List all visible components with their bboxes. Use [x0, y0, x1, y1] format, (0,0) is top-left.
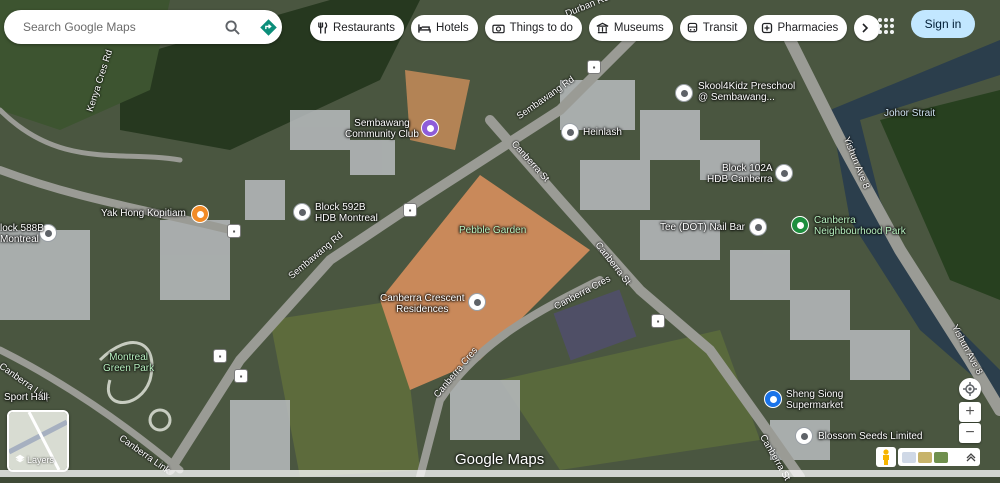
place-pin[interactable]: [293, 203, 311, 221]
layers-icon: [15, 454, 25, 463]
attribution-bar: [0, 470, 1000, 477]
chevron-up-icon[interactable]: [966, 452, 976, 462]
place-label-montreal-green-park[interactable]: Montreal Green Park: [103, 352, 154, 374]
place-label-block-592b[interactable]: Block 592B HDB Montreal: [315, 202, 378, 224]
crosshair-icon: [963, 382, 977, 396]
chip-pharmacies[interactable]: Pharmacies: [753, 15, 848, 41]
place-label-pebble-garden[interactable]: Pebble Garden: [459, 225, 526, 236]
map-type-strip[interactable]: [898, 448, 980, 466]
place-pin[interactable]: [561, 123, 579, 141]
satellite-map[interactable]: [0, 0, 1000, 477]
search-input[interactable]: [21, 19, 215, 35]
place-pin[interactable]: [468, 293, 486, 311]
cafe-pin[interactable]: [191, 205, 209, 223]
chip-transit[interactable]: Transit: [679, 15, 747, 41]
supermarket-pin[interactable]: [764, 390, 782, 408]
chip-things-to-do[interactable]: Things to do: [484, 15, 582, 41]
pegman-icon[interactable]: [876, 447, 896, 467]
camera-icon: [491, 24, 505, 33]
category-chips: Restaurants Hotels Things to do Museums …: [310, 15, 881, 41]
place-label-block-588b[interactable]: lock 588B Montreal: [0, 223, 44, 245]
bus-stop-icon[interactable]: ▪: [227, 224, 241, 238]
layers-label: Layers: [27, 455, 55, 465]
place-label-skool4kidz[interactable]: Skool4Kidz Preschool @ Sembawang...: [698, 81, 795, 103]
water-label-johor-strait: Johor Strait: [884, 108, 936, 119]
community-club-pin[interactable]: [421, 119, 439, 137]
search-icon[interactable]: [221, 16, 243, 38]
place-label-sheng-siong[interactable]: Sheng Siong Supermarket: [786, 389, 843, 411]
bus-stop-icon[interactable]: ▪: [651, 314, 665, 328]
my-location-button[interactable]: [959, 378, 981, 400]
terrain-thumb[interactable]: [918, 451, 932, 463]
sign-in-button[interactable]: Sign in: [911, 10, 975, 38]
chip-restaurants[interactable]: Restaurants: [310, 15, 405, 41]
bus-stop-icon[interactable]: ▪: [587, 60, 601, 74]
place-label-sport-hall[interactable]: Sport Hall: [4, 392, 48, 403]
chip-museums[interactable]: Museums: [588, 15, 673, 41]
place-label-tee-nail-bar[interactable]: Tee (DOT) Nail Bar: [660, 222, 745, 233]
place-label-yak-hong-kopitiam[interactable]: Yak Hong Kopitiam: [101, 208, 186, 219]
bed-icon: [418, 23, 431, 33]
place-label-community-club[interactable]: Sembawang Community Club: [345, 118, 419, 140]
search-box[interactable]: [4, 10, 282, 44]
museum-icon: [596, 22, 609, 34]
layers-button[interactable]: Layers: [7, 410, 69, 472]
place-pin[interactable]: [749, 218, 767, 236]
chip-hotels[interactable]: Hotels: [411, 15, 478, 41]
google-maps-logo: Google Maps: [455, 451, 545, 468]
chevron-right-icon: [862, 23, 868, 33]
fork-knife-icon: [318, 22, 328, 34]
place-pin[interactable]: [795, 427, 813, 445]
apps-grid-icon[interactable]: [876, 16, 896, 36]
zoom-out-button[interactable]: −: [959, 423, 981, 443]
bus-stop-icon[interactable]: ▪: [403, 203, 417, 217]
bus-stop-icon[interactable]: ▪: [213, 349, 227, 363]
bus-stop-icon[interactable]: ▪: [234, 369, 248, 383]
park-pin[interactable]: [791, 216, 809, 234]
place-label-heinlash[interactable]: Heinlash: [583, 127, 622, 138]
zoom-in-button[interactable]: +: [959, 402, 981, 422]
place-label-blossom-seeds[interactable]: Blossom Seeds Limited: [818, 431, 923, 442]
pill-icon: [761, 22, 772, 34]
bus-icon: [687, 22, 698, 33]
directions-icon[interactable]: [257, 16, 279, 38]
place-label-block-102a[interactable]: Block 102A HDB Canberra: [707, 163, 773, 185]
satellite-thumb[interactable]: [934, 451, 948, 463]
place-label-canberra-park[interactable]: Canberra Neighbourhood Park: [814, 215, 906, 237]
place-pin[interactable]: [675, 84, 693, 102]
place-label-canberra-crescent[interactable]: Canberra Crescent Residences: [380, 293, 464, 315]
map-thumb[interactable]: [902, 451, 916, 463]
place-pin[interactable]: [775, 164, 793, 182]
